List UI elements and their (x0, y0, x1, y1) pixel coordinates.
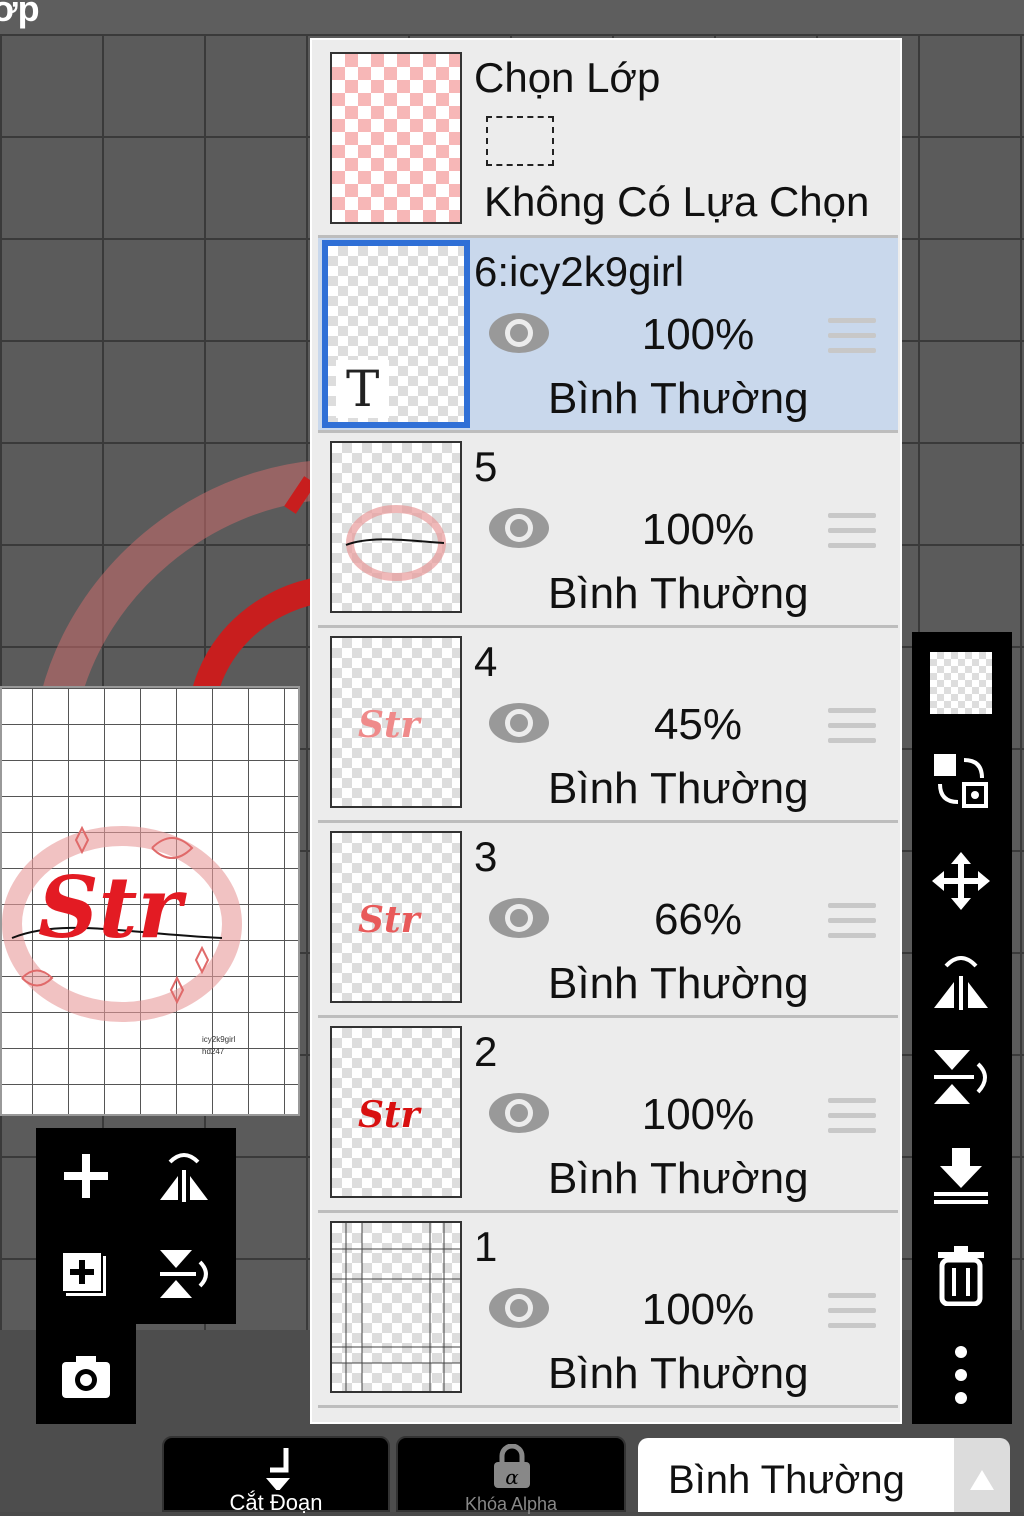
layer-name: 6:icy2k9girl (474, 248, 685, 295)
blend-mode-value: Bình Thường (668, 1458, 905, 1502)
layer-blend-mode: Bình Thường (548, 569, 809, 618)
alpha-lock-button[interactable]: α Khóa Alpha (396, 1436, 626, 1514)
eye-icon[interactable] (486, 1283, 552, 1333)
eye-icon[interactable] (486, 308, 552, 358)
selection-marquee-icon (486, 116, 554, 166)
layer-thumbnail: T (322, 240, 470, 428)
eye-icon[interactable] (486, 503, 552, 553)
blend-mode-select[interactable]: Bình Thường (638, 1438, 954, 1512)
layer-thumb-art: Str (358, 1094, 420, 1136)
blend-mode-dropdown-button[interactable] (954, 1438, 1010, 1512)
drag-handle-icon[interactable] (828, 903, 876, 943)
preview-art-text: Str (38, 858, 182, 957)
layer-name: 1 (474, 1223, 498, 1270)
selection-layer-title: Chọn Lớp (474, 54, 661, 101)
layer-opacity[interactable]: 100% (618, 505, 778, 555)
text-layer-icon: T (336, 360, 390, 418)
canvas-art (40, 460, 320, 720)
layer-row[interactable]: Str 4 45% Bình Thường (318, 628, 898, 823)
layer-row[interactable]: 1 100% Bình Thường (318, 1213, 898, 1408)
layer-thumb-art: Str (358, 899, 420, 941)
layer-opacity[interactable]: 45% (618, 700, 778, 750)
layer-opacity[interactable]: 100% (618, 1090, 778, 1140)
lock-icon: α (494, 1444, 530, 1489)
clip-label: Cắt Đoạn (229, 1490, 323, 1515)
layer-thumbnail: Str (330, 1026, 462, 1198)
layer-row[interactable]: Str 3 66% Bình Thường (318, 823, 898, 1018)
layer-blend-mode: Bình Thường (548, 374, 809, 423)
layer-opacity[interactable]: 66% (618, 895, 778, 945)
layer-thumb-art: Str (358, 704, 420, 746)
eye-icon[interactable] (486, 698, 552, 748)
more-icon[interactable] (930, 1344, 992, 1406)
layer-thumbnail: Str (330, 831, 462, 1003)
header-bar: ớp (0, 0, 1024, 34)
layer-name: 2 (474, 1028, 498, 1075)
layer-blend-mode: Bình Thường (548, 1154, 809, 1203)
clip-button[interactable]: Cắt Đoạn (162, 1436, 390, 1515)
add-layer-icon[interactable] (58, 1148, 114, 1204)
layer-blend-mode: Bình Thường (548, 1349, 809, 1398)
layer-blend-mode: Bình Thường (548, 764, 809, 813)
duplicate-layer-icon[interactable] (58, 1246, 114, 1302)
drag-handle-icon[interactable] (828, 1098, 876, 1138)
drag-handle-icon[interactable] (828, 513, 876, 553)
flip-vertical-icon[interactable] (930, 1046, 992, 1108)
selection-layer-row[interactable]: Chọn Lớp Không Có Lựa Chọn (318, 40, 898, 238)
left-tools (36, 1128, 236, 1324)
layer-row[interactable]: T 6:icy2k9girl 100% Bình Thường (318, 238, 898, 433)
transparent-checker-icon[interactable] (930, 652, 992, 714)
layer-name: 4 (474, 638, 498, 685)
swap-layers-icon[interactable] (930, 750, 992, 812)
flip-horizontal-icon[interactable] (156, 1148, 212, 1204)
layer-thumbnail: Str (330, 636, 462, 808)
camera-tool-box (36, 1324, 136, 1424)
merge-down-icon[interactable] (930, 1144, 992, 1206)
camera-icon[interactable] (58, 1348, 114, 1404)
layer-name: 3 (474, 833, 498, 880)
eye-icon[interactable] (486, 1088, 552, 1138)
window-title: ớp (0, 0, 40, 29)
drag-handle-icon[interactable] (828, 708, 876, 748)
move-icon[interactable] (930, 850, 992, 912)
drag-handle-icon[interactable] (828, 318, 876, 358)
svg-text:α: α (505, 1465, 519, 1489)
layer-opacity[interactable]: 100% (618, 1285, 778, 1335)
flip-horizontal-icon[interactable] (930, 950, 992, 1012)
preview-credit: icy2k9girl hd247 (202, 1035, 236, 1056)
drag-handle-icon[interactable] (828, 1293, 876, 1333)
clip-arrow-icon (266, 1448, 290, 1490)
layer-row[interactable]: Str 2 100% Bình Thường (318, 1018, 898, 1213)
trash-icon[interactable] (930, 1244, 992, 1306)
right-toolbar (912, 632, 1012, 1424)
layer-name: 5 (474, 443, 498, 490)
triangle-up-icon (970, 1470, 994, 1490)
selection-status: Không Có Lựa Chọn (484, 178, 870, 225)
flip-vertical-icon[interactable] (156, 1246, 212, 1302)
canvas-preview[interactable]: Str icy2k9girl hd247 (0, 686, 300, 1116)
layer-thumbnail (330, 1221, 462, 1393)
selection-thumbnail (330, 52, 462, 224)
layer-thumbnail (330, 441, 462, 613)
layer-opacity[interactable]: 100% (618, 310, 778, 360)
layer-panel: Chọn Lớp Không Có Lựa Chọn T 6:icy2k9gir… (310, 38, 902, 1424)
eye-icon[interactable] (486, 893, 552, 943)
layer-row[interactable]: 5 100% Bình Thường (318, 433, 898, 628)
layer-blend-mode: Bình Thường (548, 959, 809, 1008)
